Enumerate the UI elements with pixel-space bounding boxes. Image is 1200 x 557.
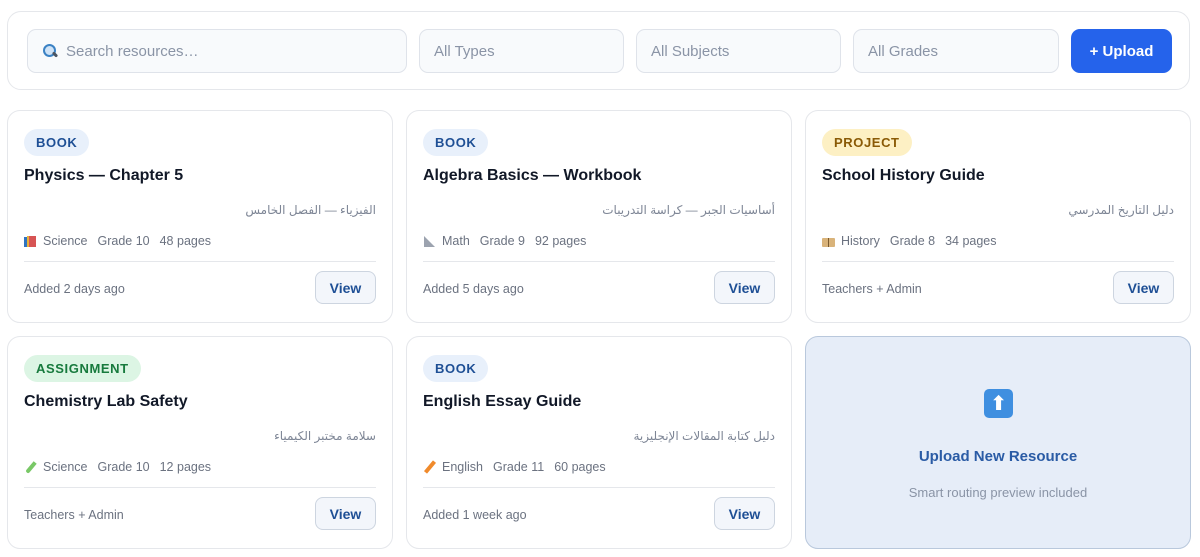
pages-label: 12 pages [159,460,212,474]
grade-label: Grade 10 [97,460,150,474]
resource-card: ASSIGNMENT Chemistry Lab Safety سلامة مخ… [7,336,393,549]
card-footer-text: Added 2 days ago [24,282,125,296]
grade-label: Grade 9 [479,234,525,248]
resource-title: School History Guide [822,167,985,184]
type-badge: PROJECT [822,129,912,156]
filter-toolbar: Search resources… All Types All Subjects… [7,11,1190,90]
type-badge: BOOK [423,129,489,156]
subject-label: Science [43,234,88,248]
type-badge: ASSIGNMENT [24,355,141,382]
pages-label: 92 pages [534,234,587,248]
type-badge: BOOK [423,355,489,382]
resource-title: English Essay Guide [423,393,582,410]
resource-arabic-title: دليل كتابة المقالات الإنجليزية [633,429,775,443]
type-filter-select[interactable]: All Types [419,29,624,73]
resource-card: BOOK English Essay Guide دليل كتابة المق… [406,336,792,549]
upload-new-resource-card[interactable]: ⬆ Upload New Resource Smart routing prev… [805,336,1191,549]
resource-card: PROJECT School History Guide دليل التاري… [805,110,1191,323]
resource-card: BOOK Algebra Basics — Workbook أساسيات ا… [406,110,792,323]
pencil-icon [423,461,436,474]
search-icon [42,43,58,59]
grade-filter-select[interactable]: All Grades [853,29,1059,73]
subject-label: Math [442,234,470,248]
resource-arabic-title: أساسيات الجبر — كراسة التدريبات [602,203,775,217]
card-divider [24,261,376,262]
view-button[interactable]: View [714,497,775,530]
grade-label: Grade 11 [493,460,545,474]
resource-arabic-title: دليل التاريخ المدرسي [1068,203,1174,217]
resource-arabic-title: سلامة مختبر الكيمياء [274,429,376,443]
resource-meta: Science Grade 10 12 pages [24,460,211,474]
subject-label: History [841,234,880,248]
view-button[interactable]: View [1113,271,1174,304]
type-filter-label: All Types [434,42,495,60]
subject-label: English [442,460,483,474]
upload-button[interactable]: + Upload [1071,29,1172,73]
view-button[interactable]: View [315,497,376,530]
card-divider [24,487,376,488]
subject-filter-label: All Subjects [651,42,730,60]
card-footer-text: Added 1 week ago [423,508,527,522]
resource-meta: English Grade 11 60 pages [423,460,606,474]
card-footer-text: Added 5 days ago [423,282,524,296]
search-input[interactable]: Search resources… [27,29,407,73]
resource-meta: History Grade 8 34 pages [822,234,997,248]
ruler-icon [423,235,436,248]
view-button[interactable]: View [714,271,775,304]
card-divider [822,261,1174,262]
resource-title: Physics — Chapter 5 [24,167,184,184]
subject-filter-select[interactable]: All Subjects [636,29,841,73]
pages-label: 34 pages [945,234,997,248]
book-icon [822,235,835,248]
resource-meta: Math Grade 9 92 pages [423,234,586,248]
test-tube-icon [24,461,37,474]
upload-card-subtitle: Smart routing preview included [908,485,1088,500]
resource-title: Chemistry Lab Safety [24,393,188,410]
upload-card-title: Upload New Resource [918,448,1078,465]
card-footer-text: Teachers + Admin [822,282,922,296]
type-badge: BOOK [24,129,90,156]
resource-arabic-title: الفيزياء — الفصل الخامس [245,203,376,217]
view-button[interactable]: View [315,271,376,304]
pages-label: 60 pages [554,460,606,474]
upload-arrow-icon: ⬆ [984,389,1013,418]
grade-label: Grade 8 [889,234,936,248]
card-divider [423,261,775,262]
resource-meta: Science Grade 10 48 pages [24,234,211,248]
card-divider [423,487,775,488]
grade-label: Grade 10 [97,234,150,248]
subject-label: Science [43,460,88,474]
pages-label: 48 pages [159,234,212,248]
resource-title: Algebra Basics — Workbook [423,167,642,184]
resource-card: BOOK Physics — Chapter 5 الفيزياء — الفص… [7,110,393,323]
books-icon [24,235,37,248]
grade-filter-label: All Grades [868,42,939,60]
card-footer-text: Teachers + Admin [24,508,124,522]
search-placeholder: Search resources… [66,42,199,60]
